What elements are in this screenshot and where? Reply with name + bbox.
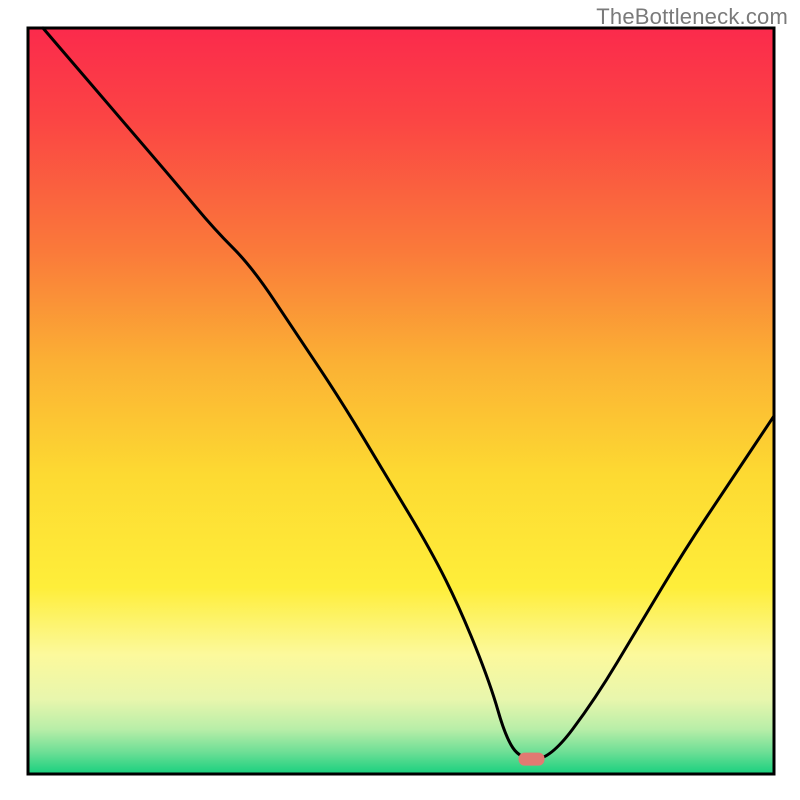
bottleneck-chart: [0, 0, 800, 800]
chart-container: TheBottleneck.com: [0, 0, 800, 800]
optimal-point-marker: [519, 753, 545, 766]
watermark-text: TheBottleneck.com: [596, 4, 788, 30]
